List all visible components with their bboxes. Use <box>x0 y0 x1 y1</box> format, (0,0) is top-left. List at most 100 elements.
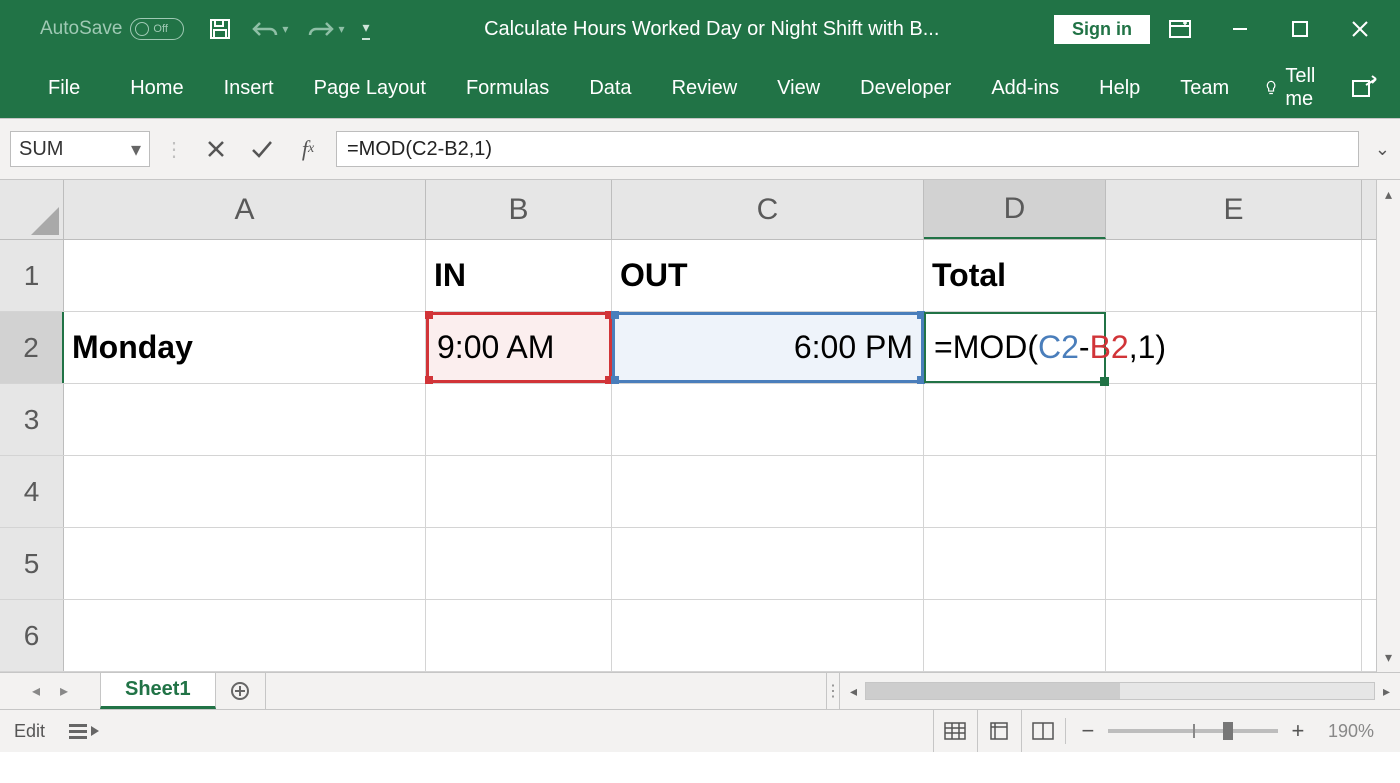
cell-d5[interactable] <box>924 528 1106 599</box>
sheet-tab-sheet1[interactable]: Sheet1 <box>100 672 216 709</box>
cell-e5[interactable] <box>1106 528 1362 599</box>
ribbon-tabs: File Home Insert Page Layout Formulas Da… <box>0 58 1400 118</box>
cell-b5[interactable] <box>426 528 612 599</box>
cell-a1[interactable] <box>64 240 426 311</box>
tab-file[interactable]: File <box>28 67 100 110</box>
share-button[interactable] <box>1340 75 1390 102</box>
new-sheet-button[interactable] <box>216 673 266 709</box>
cell-c5[interactable] <box>612 528 924 599</box>
ribbon-display-options-button[interactable] <box>1150 0 1210 58</box>
cell-a5[interactable] <box>64 528 426 599</box>
zoom-in-button[interactable]: + <box>1288 718 1308 744</box>
hscroll-thumb[interactable] <box>866 683 1120 699</box>
minimize-button[interactable] <box>1210 0 1270 58</box>
page-layout-view-button[interactable] <box>977 710 1021 752</box>
cell-a2[interactable]: Monday <box>64 312 426 383</box>
tab-help[interactable]: Help <box>1079 67 1160 110</box>
tab-view[interactable]: View <box>757 67 840 110</box>
row-header-1[interactable]: 1 <box>0 240 64 311</box>
maximize-button[interactable] <box>1270 0 1330 58</box>
sheet-nav-prev-icon[interactable]: ◂ <box>32 681 40 701</box>
autosave-state: Off <box>153 23 167 35</box>
col-header-d[interactable]: D <box>924 180 1106 239</box>
tab-data[interactable]: Data <box>569 67 651 110</box>
cell-c6[interactable] <box>612 600 924 671</box>
vscroll-track[interactable] <box>1377 203 1400 649</box>
col-header-a[interactable]: A <box>64 180 426 239</box>
page-break-view-button[interactable] <box>1021 710 1065 752</box>
tab-developer[interactable]: Developer <box>840 67 971 110</box>
cell-c2[interactable]: 6:00 PM <box>612 312 924 383</box>
col-header-c[interactable]: C <box>612 180 924 239</box>
sheet-nav-next-icon[interactable]: ▸ <box>60 681 68 701</box>
cell-c3[interactable] <box>612 384 924 455</box>
tab-insert[interactable]: Insert <box>204 67 294 110</box>
vertical-scrollbar[interactable]: ▴ ▾ <box>1376 180 1400 672</box>
scroll-down-button[interactable]: ▾ <box>1385 649 1392 666</box>
sheet-bar-splitter[interactable]: ⋮ <box>826 673 840 709</box>
save-button[interactable] <box>208 17 232 41</box>
cell-e6[interactable] <box>1106 600 1362 671</box>
formula-input[interactable]: =MOD(C2-B2,1) <box>336 131 1359 167</box>
cell-d6[interactable] <box>924 600 1106 671</box>
tab-home[interactable]: Home <box>110 67 203 110</box>
tab-review[interactable]: Review <box>652 67 758 110</box>
cell-c1[interactable]: OUT <box>612 240 924 311</box>
normal-view-button[interactable] <box>933 710 977 752</box>
cell-b2[interactable]: 9:00 AM <box>426 312 612 383</box>
cell-d1[interactable]: Total <box>924 240 1106 311</box>
insert-function-button[interactable]: fx <box>290 131 326 167</box>
scroll-right-button[interactable]: ▸ <box>1379 683 1394 700</box>
cell-b1[interactable]: IN <box>426 240 612 311</box>
scroll-left-button[interactable]: ◂ <box>846 683 861 700</box>
redo-button[interactable]: ▾ <box>306 19 344 39</box>
select-all-corner[interactable] <box>0 180 64 239</box>
qat-customize-button[interactable]: ▾ <box>362 19 369 40</box>
quick-access-toolbar: ▾ ▾ ▾ <box>208 17 369 41</box>
cell-a4[interactable] <box>64 456 426 527</box>
cell-d3[interactable] <box>924 384 1106 455</box>
cell-a6[interactable] <box>64 600 426 671</box>
enter-formula-button[interactable] <box>244 131 280 167</box>
tell-me-search[interactable]: Tell me <box>1249 65 1340 111</box>
macro-recording-button[interactable] <box>69 724 99 739</box>
signin-button[interactable]: Sign in <box>1054 15 1150 44</box>
zoom-slider[interactable] <box>1108 729 1278 733</box>
autosave-toggle[interactable]: Off <box>130 18 184 40</box>
cancel-formula-button[interactable] <box>198 131 234 167</box>
horizontal-scrollbar[interactable]: ◂ ▸ <box>840 673 1400 709</box>
row-header-4[interactable]: 4 <box>0 456 64 527</box>
row-header-3[interactable]: 3 <box>0 384 64 455</box>
tab-formulas[interactable]: Formulas <box>446 67 569 110</box>
expand-formula-bar-button[interactable]: ⌄ <box>1375 139 1390 160</box>
tab-page-layout[interactable]: Page Layout <box>294 67 446 110</box>
cell-mode-indicator: Edit <box>14 721 45 742</box>
scroll-up-button[interactable]: ▴ <box>1385 186 1392 203</box>
row-header-5[interactable]: 5 <box>0 528 64 599</box>
cell-e4[interactable] <box>1106 456 1362 527</box>
cell-c4[interactable] <box>612 456 924 527</box>
zoom-level[interactable]: 190% <box>1318 721 1374 742</box>
cell-b6[interactable] <box>426 600 612 671</box>
zoom-out-button[interactable]: − <box>1078 718 1098 744</box>
tab-team[interactable]: Team <box>1160 67 1249 110</box>
row-header-2[interactable]: 2 <box>0 312 64 383</box>
cell-d2[interactable]: =MOD(C2-B2,1) <box>924 312 1106 383</box>
name-box-dropdown-icon[interactable]: ▾ <box>131 137 141 162</box>
close-button[interactable] <box>1330 0 1390 58</box>
cell-e1[interactable] <box>1106 240 1362 311</box>
zoom-slider-handle[interactable] <box>1223 722 1233 740</box>
zoom-controls: − + 190% <box>1065 718 1386 744</box>
col-header-b[interactable]: B <box>426 180 612 239</box>
cell-a3[interactable] <box>64 384 426 455</box>
tab-addins[interactable]: Add-ins <box>971 67 1079 110</box>
undo-button[interactable]: ▾ <box>250 19 288 39</box>
cell-b4[interactable] <box>426 456 612 527</box>
col-header-e[interactable]: E <box>1106 180 1362 239</box>
cell-b3[interactable] <box>426 384 612 455</box>
name-box[interactable]: SUM ▾ <box>10 131 150 167</box>
row-header-6[interactable]: 6 <box>0 600 64 671</box>
cell-d4[interactable] <box>924 456 1106 527</box>
cell-e3[interactable] <box>1106 384 1362 455</box>
hscroll-track[interactable] <box>865 682 1375 700</box>
